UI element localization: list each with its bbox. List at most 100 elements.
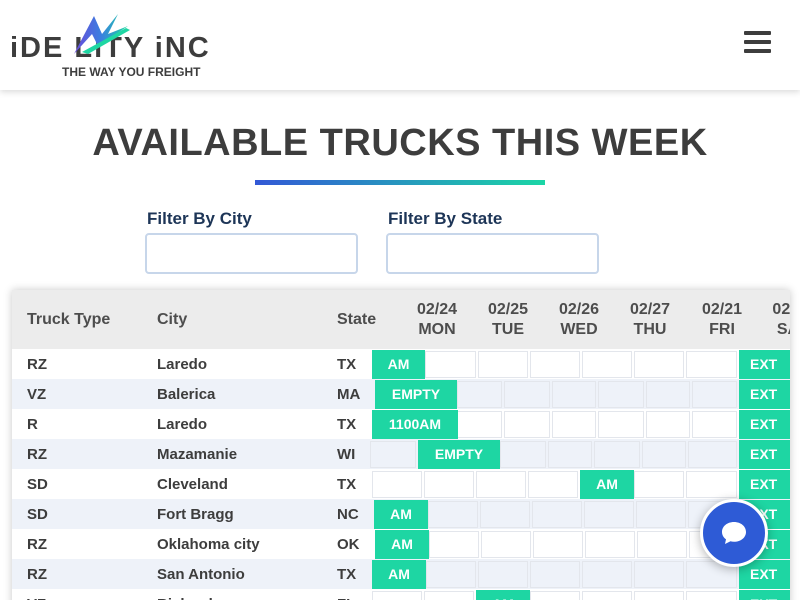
schedule-slot[interactable] <box>594 441 640 468</box>
schedule-slot[interactable] <box>424 471 474 498</box>
schedule-slot[interactable] <box>582 351 632 378</box>
schedule-slot[interactable] <box>457 411 502 438</box>
schedule-slot[interactable] <box>429 531 479 558</box>
schedule-slot[interactable] <box>476 471 526 498</box>
schedule-slot[interactable] <box>533 531 583 558</box>
schedule-slot[interactable] <box>530 591 580 600</box>
cell-city: San Antonio <box>157 566 245 583</box>
schedule-slot[interactable] <box>528 471 578 498</box>
cell-truck-type: RZ <box>27 566 47 583</box>
filter-state-input[interactable] <box>386 233 599 274</box>
schedule-slot[interactable] <box>686 351 737 378</box>
schedule-slot[interactable] <box>504 411 550 438</box>
schedule-slot[interactable] <box>530 351 580 378</box>
schedule-slot[interactable] <box>688 441 737 468</box>
schedule-slot[interactable] <box>582 591 632 600</box>
table-row[interactable]: SD Cleveland TX AM EXT <box>12 469 790 499</box>
schedule-slot[interactable] <box>634 561 684 588</box>
ext-button[interactable]: EXT <box>739 380 790 409</box>
table-row[interactable]: RZOklahoma cityOKAMEXT <box>12 529 790 559</box>
header-day-date: 02/27 <box>629 301 671 318</box>
ext-button[interactable]: EXT <box>739 350 790 379</box>
schedule-slot[interactable] <box>582 561 632 588</box>
schedule-slot[interactable] <box>424 591 474 600</box>
header-day-name: SA <box>776 321 790 338</box>
schedule-slot[interactable] <box>548 441 592 468</box>
availability-chip[interactable]: AM <box>580 470 634 499</box>
cell-city: Richardson ... <box>157 596 256 600</box>
schedule-slot[interactable] <box>425 351 476 378</box>
availability-chip[interactable]: AM <box>372 560 426 589</box>
header-day-name: TUE <box>492 321 524 338</box>
schedule-slot[interactable] <box>598 411 644 438</box>
schedule-slot[interactable] <box>372 591 422 600</box>
ext-button[interactable]: EXT <box>739 440 790 469</box>
schedule-slot[interactable] <box>370 441 416 468</box>
logo-mark-icon <box>74 14 130 54</box>
ext-button[interactable]: EXT <box>739 470 790 499</box>
schedule-slot[interactable] <box>478 351 528 378</box>
cell-truck-type: SD <box>27 506 48 523</box>
header-day-4: 02/27 THU <box>620 300 680 340</box>
header-day-name: MON <box>418 321 456 338</box>
table-row[interactable]: VZ Balerica MA EMPTY EXT <box>12 379 790 409</box>
availability-chip[interactable]: AM <box>375 530 429 559</box>
cell-city: Fort Bragg <box>157 506 234 523</box>
schedule-slot[interactable] <box>478 561 528 588</box>
hamburger-menu-icon[interactable] <box>744 31 772 57</box>
availability-chip[interactable]: 1100AM <box>372 410 458 439</box>
table-row[interactable]: RZ San Antonio TX AM EXT <box>12 559 790 589</box>
schedule-slot[interactable] <box>552 381 596 408</box>
schedule-slot[interactable] <box>692 411 737 438</box>
schedule-slot[interactable] <box>530 561 580 588</box>
availability-chip[interactable]: AM <box>476 590 530 600</box>
table-row[interactable]: RZ Mazamanie WI EMPTY EXT <box>12 439 790 469</box>
schedule-slot[interactable] <box>634 471 684 498</box>
schedule-slot[interactable] <box>500 441 546 468</box>
schedule-slot[interactable] <box>686 471 737 498</box>
schedule-slot[interactable] <box>646 411 690 438</box>
availability-chip[interactable]: AM <box>374 500 428 529</box>
filter-city-label: Filter By City <box>147 209 252 228</box>
cell-truck-type: SD <box>27 476 48 493</box>
schedule-slot[interactable] <box>686 591 737 600</box>
filter-city-input[interactable] <box>145 233 358 274</box>
schedule-slot[interactable] <box>504 381 550 408</box>
schedule-slot[interactable] <box>585 531 635 558</box>
header-day-2: 02/25 TUE <box>478 300 538 340</box>
cell-truck-type: VZ <box>27 386 47 403</box>
schedule-slot[interactable] <box>428 501 478 528</box>
schedule-slot[interactable] <box>636 501 686 528</box>
cell-truck-type: RZ <box>27 446 47 463</box>
schedule-slot[interactable] <box>372 471 422 498</box>
schedule-slot[interactable] <box>532 501 582 528</box>
cell-state: MA <box>337 386 361 403</box>
company-logo[interactable]: iDE LiTY iNC THE WAY YOU FREIGHT <box>10 12 270 82</box>
table-row[interactable]: RZ Laredo TX AM EXT <box>12 349 790 379</box>
table-row[interactable]: SD Fort Bragg NC AM EXT <box>12 499 790 529</box>
schedule-slot[interactable] <box>480 501 530 528</box>
ext-button[interactable]: EXT <box>739 590 790 600</box>
schedule-slot[interactable] <box>637 531 687 558</box>
schedule-slot[interactable] <box>481 531 531 558</box>
schedule-slot[interactable] <box>584 501 634 528</box>
schedule-slot[interactable] <box>646 381 690 408</box>
schedule-slot[interactable] <box>552 411 596 438</box>
schedule-slot[interactable] <box>692 381 737 408</box>
table-row[interactable]: R Laredo TX 1100AM EXT <box>12 409 790 439</box>
schedule-slot[interactable] <box>642 441 686 468</box>
table-row[interactable]: VZ Richardson ... FL AM EXT <box>12 589 790 600</box>
chat-button[interactable] <box>700 499 768 567</box>
availability-chip[interactable]: EMPTY <box>418 440 500 469</box>
cell-city: Laredo <box>157 416 208 433</box>
schedule-slot[interactable] <box>634 591 684 600</box>
schedule-slot[interactable] <box>634 351 684 378</box>
cell-truck-type: RZ <box>27 356 47 373</box>
schedule-slot[interactable] <box>457 381 502 408</box>
availability-chip[interactable]: AM <box>372 350 425 379</box>
schedule-slot[interactable] <box>426 561 476 588</box>
schedule-slot[interactable] <box>598 381 644 408</box>
ext-button[interactable]: EXT <box>739 410 790 439</box>
availability-chip[interactable]: EMPTY <box>375 380 457 409</box>
cell-state: TX <box>337 476 357 493</box>
